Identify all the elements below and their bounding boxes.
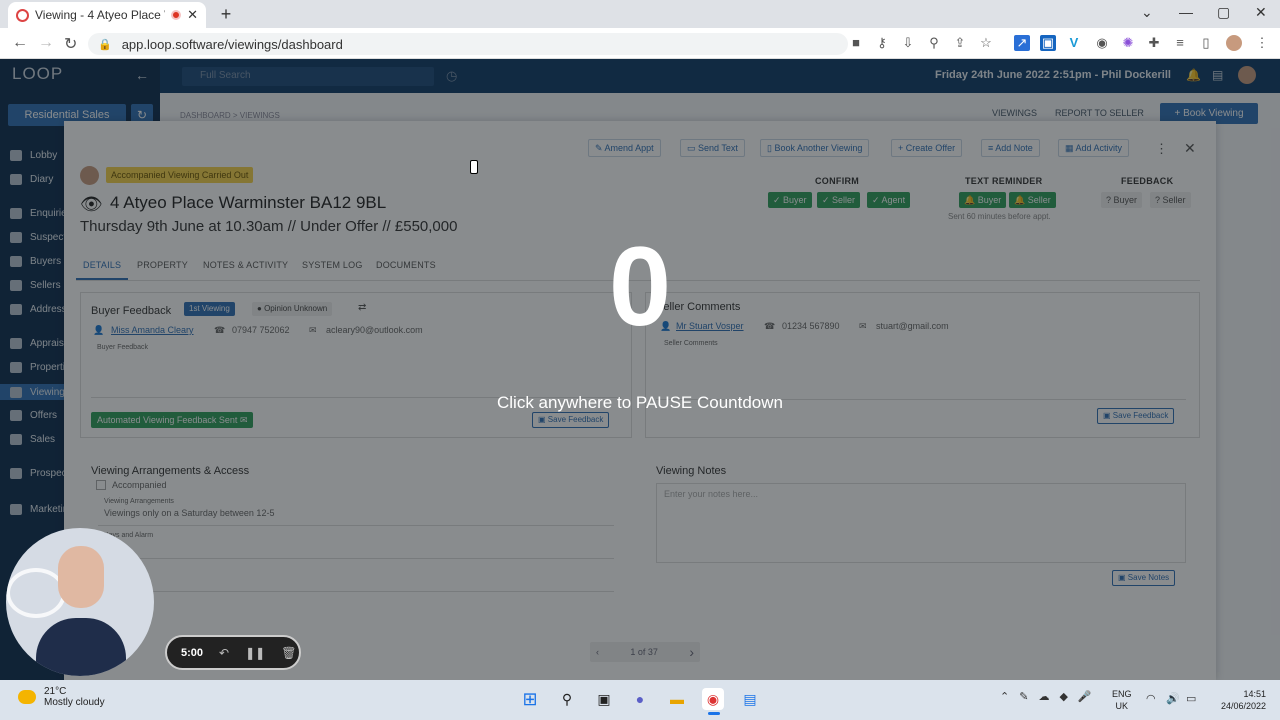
presenter-shirt — [36, 618, 126, 676]
weather-desc: Mostly cloudy — [44, 697, 105, 708]
lang-code: ENG — [1112, 689, 1132, 699]
close-window-button[interactable]: ✕ — [1255, 4, 1267, 21]
clock-date: 24/06/2022 — [1220, 701, 1266, 711]
share-icon[interactable]: ⇪ — [952, 35, 968, 51]
side-panel-icon[interactable]: ▯ — [1198, 35, 1214, 51]
extension-icon[interactable]: ◉ — [1094, 35, 1110, 51]
volume-icon[interactable]: 🔊 — [1166, 692, 1180, 705]
windows-start-icon[interactable]: ⊞ — [519, 688, 541, 710]
file-explorer-icon[interactable]: ▬ — [666, 688, 688, 710]
battery-icon[interactable]: ▭ — [1186, 692, 1196, 705]
weather-cloud-icon — [18, 690, 36, 704]
system-tray: ⌃ ✎ ☁ ◆ 🎤 — [1000, 690, 1092, 703]
trash-icon[interactable]: 🗑 — [281, 646, 296, 660]
active-app-indicator — [708, 712, 720, 715]
extension-icon[interactable]: ✺ — [1120, 35, 1136, 51]
install-icon[interactable]: ⇩ — [900, 35, 916, 51]
tab-title: Viewing - 4 Atyeo Place Warm — [35, 8, 165, 22]
pause-icon[interactable]: ❚❚ — [245, 646, 265, 660]
presenter-head — [58, 546, 104, 608]
back-arrow-icon[interactable]: ← — [12, 34, 28, 52]
weather-text: 21°C Mostly cloudy — [44, 686, 105, 708]
lock-icon: 🔒 — [98, 38, 112, 51]
search-icon[interactable]: ⚲ — [556, 688, 578, 710]
language-indicator[interactable]: ENG UK — [1112, 688, 1132, 712]
browser-tab[interactable]: Viewing - 4 Atyeo Place Warm ✕ — [8, 2, 206, 28]
omnibox[interactable]: 🔒 app.loop.software/viewings/dashboard — [88, 33, 848, 55]
bookmark-star-icon[interactable]: ☆ — [978, 35, 994, 51]
profile-avatar[interactable] — [1226, 35, 1242, 51]
task-view-icon[interactable]: ▣ — [593, 688, 615, 710]
clock-time: 14:51 — [1243, 689, 1266, 699]
camera-icon[interactable]: ■ — [848, 35, 864, 51]
clock[interactable]: 14:51 24/06/2022 — [1212, 688, 1266, 712]
weather-widget[interactable]: 21°C Mostly cloudy — [18, 686, 105, 708]
url-text: app.loop.software/viewings/dashboard — [121, 36, 343, 52]
pen-icon[interactable]: ✎ — [1019, 690, 1028, 703]
reading-list-icon[interactable]: ≡ — [1172, 35, 1188, 51]
lang-region: UK — [1115, 701, 1129, 711]
close-tab-icon[interactable]: ✕ — [187, 7, 198, 23]
pause-countdown-message[interactable]: Click anywhere to PAUSE Countdown — [390, 393, 890, 413]
undo-icon[interactable]: ↶ — [219, 646, 229, 660]
chrome-icon[interactable]: ◉ — [702, 688, 724, 710]
new-tab-button[interactable]: + — [216, 4, 236, 25]
dropbox-icon[interactable]: ◆ — [1059, 690, 1067, 703]
microphone-icon[interactable]: 🎤 — [1078, 690, 1092, 703]
recording-timer: 5:00 — [181, 646, 204, 659]
countdown-number: 0 — [608, 224, 672, 349]
extension-new-icon[interactable]: ▣ — [1040, 35, 1056, 51]
countdown-overlay[interactable] — [0, 59, 1280, 680]
recording-icon — [171, 10, 182, 20]
recording-controls: 5:00 ↶ ❚❚ 🗑 — [165, 635, 301, 670]
minimize-button[interactable]: — — [1179, 4, 1193, 20]
mouse-cursor-icon — [470, 160, 478, 174]
chevron-down-icon[interactable]: ⌄ — [1141, 4, 1153, 21]
loop-favicon-icon — [16, 8, 29, 22]
forward-arrow-icon[interactable]: → — [38, 34, 54, 52]
key-icon[interactable]: ⚷ — [874, 35, 890, 51]
weather-temp: 21°C — [44, 686, 67, 697]
vimeo-icon[interactable]: V — [1066, 35, 1082, 51]
extension-icon[interactable]: ↗ — [1014, 35, 1030, 51]
notepad-icon[interactable]: ▤ — [739, 688, 761, 710]
zoom-icon[interactable]: ⚲ — [926, 35, 942, 51]
puzzle-icon[interactable]: ✚ — [1146, 35, 1162, 51]
reload-icon[interactable]: ↻ — [64, 34, 77, 54]
chevron-up-icon[interactable]: ⌃ — [1000, 690, 1009, 703]
wifi-icon[interactable]: ◠ — [1146, 692, 1156, 705]
maximize-button[interactable]: ▢ — [1217, 4, 1230, 21]
onedrive-icon[interactable]: ☁ — [1038, 690, 1049, 703]
neon-logo — [6, 568, 66, 618]
teams-chat-icon[interactable]: ● — [629, 688, 651, 710]
menu-dots-icon[interactable]: ⋮ — [1254, 35, 1270, 51]
webcam-bubble[interactable] — [6, 528, 154, 676]
